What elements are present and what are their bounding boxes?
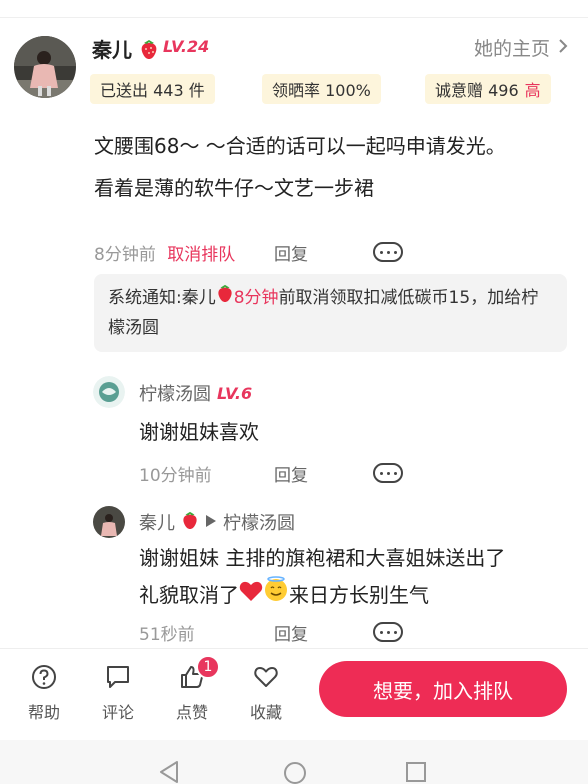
comment-label: 评论 [101,703,134,722]
comment-line-2: 看着是薄的软牛仔～文艺一步裙 [94,176,374,200]
reply-target-name: 柠檬汤圆 [223,513,295,534]
strawberry-icon [181,510,199,535]
help-icon [30,663,58,695]
heart-emoji [239,577,263,613]
reply-text-part-a: 礼貌取消了 [139,582,239,607]
reply-text-part-b: 来日方长别生气 [289,582,429,607]
cancel-queue-button[interactable]: 取消排队 [167,245,235,265]
favorite-tab[interactable]: 收藏 [236,663,296,723]
reply-button[interactable]: 回复 [274,461,308,486]
author-name[interactable]: 秦儿 [92,34,159,65]
like-label: 点赞 [175,703,208,722]
comment-tab[interactable]: 评论 [88,663,148,723]
chevron-right-icon [558,37,568,59]
reply-text: 谢谢姐妹喜欢 [139,420,259,444]
comment-line-1: 文腰围68～ ～合适的话可以一起吗申请发光。 [94,134,506,158]
author-avatar[interactable] [14,36,76,98]
favorite-label: 收藏 [249,703,282,722]
comment-time: 8分钟前 [94,245,156,265]
strawberry-icon [139,38,159,65]
reply-author-qiner[interactable]: 秦儿 柠檬汤圆 [139,509,295,535]
join-queue-button[interactable]: 想要，加入排队 [319,661,567,717]
smile-emoji [263,576,289,613]
reply-author-level: LV.6 [217,383,253,403]
reply-author-name: 柠檬汤圆 [139,384,211,405]
favorite-icon [252,663,280,695]
system-notice: 系统通知:秦儿 8分钟前取消领取扣减低碳币15，加给柠檬汤圆 [94,274,567,352]
reply-avatar-lemon[interactable] [93,376,125,408]
like-count-badge: 1 [196,655,220,679]
author-level-badge: LV.24 [163,37,210,56]
recent-nav-icon[interactable] [405,761,427,784]
sincerity-badge: 诚意赠 496 高 [425,74,551,104]
review-rate-badge: 领晒率 100% [262,74,381,104]
help-label: 帮助 [27,703,60,722]
more-icon[interactable] [373,622,403,642]
comment-meta: 8分钟前 取消排队 [94,240,235,265]
top-divider [0,17,588,18]
reply-avatar-qiner[interactable] [93,506,125,538]
reply-button[interactable]: 回复 [274,620,308,645]
reply-time: 10分钟前 [139,466,212,486]
reply-arrow-icon [205,512,217,533]
review-rate-text: 领晒率 100% [272,81,371,100]
reply-author-name: 秦儿 [139,513,175,534]
strawberry-icon [216,283,234,313]
comment-icon [104,663,132,695]
reply-time: 51秒前 [139,625,195,645]
reply-text-line-2: 礼貌取消了 来日方长别生气 [139,576,429,613]
help-tab[interactable]: 帮助 [14,663,74,723]
homepage-link-label: 她的主页 [473,38,550,60]
system-nav-bar [0,740,588,784]
like-tab[interactable]: 1 点赞 [162,655,222,723]
reply-text-line-1: 谢谢姐妹 主排的旗袍裙和大喜姐妹送出了 [139,546,506,570]
more-icon[interactable] [373,242,403,262]
back-nav-icon[interactable] [158,760,180,784]
sent-count-badge: 已送出 443 件 [90,74,215,104]
sincerity-text: 诚意赠 496 [435,81,519,100]
reply-button[interactable]: 回复 [274,240,308,265]
bottom-action-bar: 帮助 评论 1 点赞 收藏 想要，加入排队 [0,648,588,740]
reply-author-lemon[interactable]: 柠檬汤圆 LV.6 [139,380,252,406]
sent-count-text: 已送出 443 件 [100,81,205,100]
homepage-link[interactable]: 她的主页 [474,34,568,61]
author-name-text: 秦儿 [92,38,132,62]
system-notice-prefix: 系统通知:秦儿 [108,288,216,308]
more-icon[interactable] [373,463,403,483]
home-nav-icon[interactable] [283,761,307,784]
system-notice-highlight: 8分钟 [233,288,279,308]
sincerity-level-tag: 高 [524,81,541,100]
